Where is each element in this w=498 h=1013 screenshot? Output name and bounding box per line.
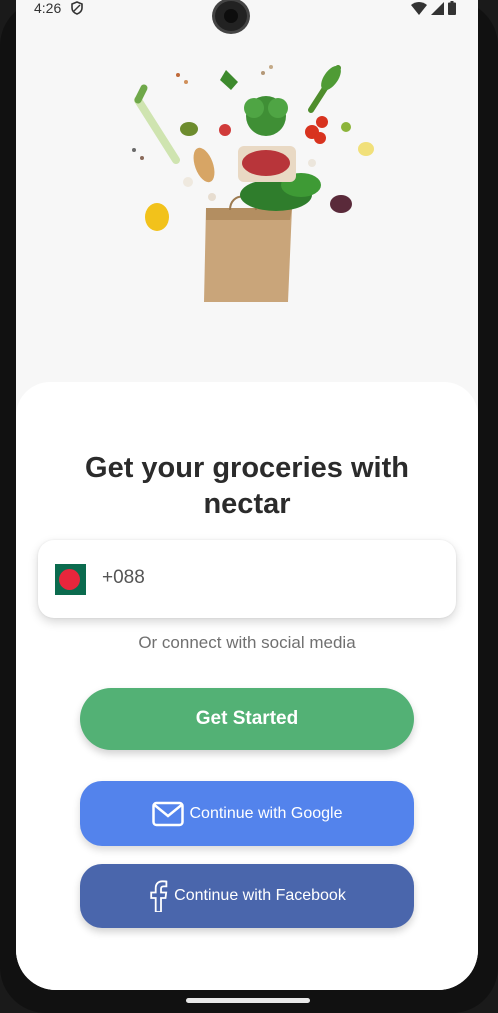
continue-with-facebook-button[interactable]: Continue with Facebook: [80, 864, 414, 928]
get-started-label: Get Started: [195, 708, 299, 729]
shield-icon: [71, 1, 83, 15]
status-time: 4:26: [34, 0, 62, 16]
phone-code-value[interactable]: +088: [102, 567, 145, 589]
app-screen: 4:26 Get your groceries with nectar +088…: [16, 0, 478, 990]
page-title: Get your groceries with nectar: [56, 450, 438, 522]
google-label: Continue with Google: [189, 804, 343, 822]
social-hint-text: Or connect with social media: [138, 633, 356, 652]
status-icons: [411, 1, 456, 15]
phone-number-field[interactable]: +088: [38, 540, 456, 618]
headline-line-2: nectar: [203, 488, 291, 520]
wifi-icon: [411, 1, 427, 15]
get-started-button[interactable]: Get Started: [80, 688, 414, 750]
facebook-icon: [150, 880, 168, 912]
bangladesh-flag-icon[interactable]: [55, 564, 86, 595]
headline-line-1: Get your groceries with: [85, 452, 409, 484]
facebook-label: Continue with Facebook: [174, 887, 346, 904]
login-card: Get your groceries with nectar +088 Or c…: [16, 382, 478, 990]
grocery-hero-illustration: [132, 65, 374, 302]
mail-icon: [151, 801, 184, 826]
continue-with-google-button[interactable]: Continue with Google: [80, 781, 414, 846]
battery-icon: [448, 1, 456, 15]
device-frame: 4:26 Get your groceries with nectar +088…: [0, 0, 498, 1013]
signal-icon: [431, 1, 444, 15]
home-indicator[interactable]: [186, 998, 310, 1003]
